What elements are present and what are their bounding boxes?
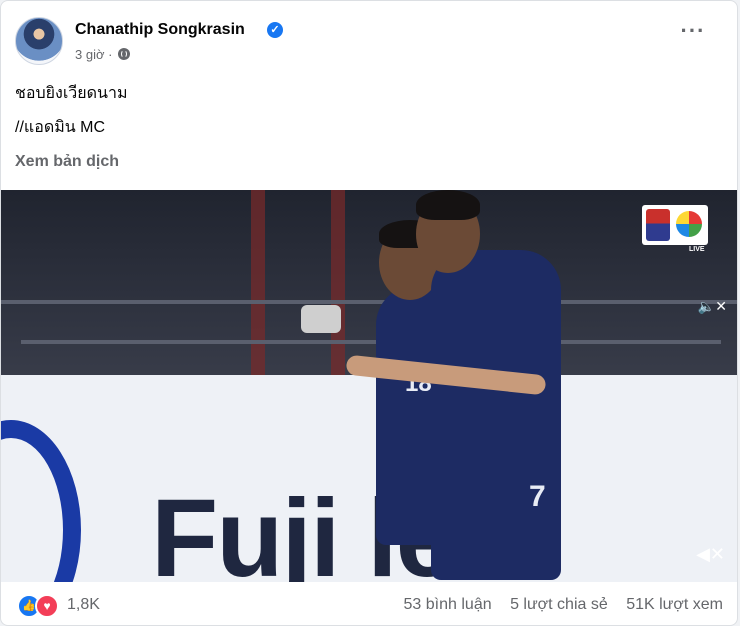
video-player[interactable]: Fuji leo 18 7 LIVE 🔈✕ ◀✕ xyxy=(1,190,737,582)
player-right xyxy=(431,250,561,580)
jersey-number-right: 7 xyxy=(529,480,546,513)
stadium-pillar xyxy=(331,190,345,380)
verified-badge-icon: ✓ xyxy=(267,22,283,38)
translate-link[interactable]: Xem bản dịch xyxy=(15,153,119,171)
shares-count[interactable]: 5 lượt chia sẻ xyxy=(510,596,608,613)
love-reaction-icon: ♥ xyxy=(35,594,59,618)
channel-logo xyxy=(676,211,702,237)
globe-icon[interactable] xyxy=(118,48,131,60)
stadium-rail xyxy=(1,300,737,304)
post-card: Chanathip Songkrasin ✓ 3 giờ · ··· ชอบยิ… xyxy=(0,0,738,626)
post-footer: 👍 ♥ 1,8K 53 bình luận 5 lượt chia sẻ 51K… xyxy=(1,583,737,625)
photographer-camera xyxy=(301,305,341,333)
engagement-stats: 53 bình luận 5 lượt chia sẻ 51K lượt xem xyxy=(390,596,723,614)
stadium-pillar xyxy=(251,190,265,380)
meta-separator: · xyxy=(108,47,113,62)
reaction-count[interactable]: 1,8K xyxy=(67,596,100,614)
more-options-icon[interactable]: ··· xyxy=(675,17,711,53)
author-name[interactable]: Chanathip Songkrasin xyxy=(75,21,245,39)
post-text-line2: //แอดมิน MC xyxy=(15,119,106,136)
views-count: 51K lượt xem xyxy=(626,596,723,613)
tournament-logo xyxy=(646,209,670,241)
comments-count[interactable]: 53 bình luận xyxy=(404,596,492,613)
reaction-icons[interactable]: 👍 ♥ xyxy=(17,594,59,618)
volume-icon[interactable]: 🔈✕ xyxy=(698,298,727,315)
volume-icon[interactable]: ◀✕ xyxy=(696,544,725,565)
post-time[interactable]: 3 giờ xyxy=(75,47,105,62)
stadium-rail xyxy=(21,340,721,344)
post-header: Chanathip Songkrasin ✓ 3 giờ · ··· xyxy=(15,17,725,67)
player-right-hair xyxy=(416,190,480,220)
live-badge: LIVE xyxy=(689,246,705,253)
avatar[interactable] xyxy=(15,17,63,65)
post-text-line1: ชอบยิงเวียดนาม xyxy=(15,85,128,102)
post-meta: 3 giờ · xyxy=(75,47,131,62)
broadcast-logo xyxy=(642,205,708,245)
